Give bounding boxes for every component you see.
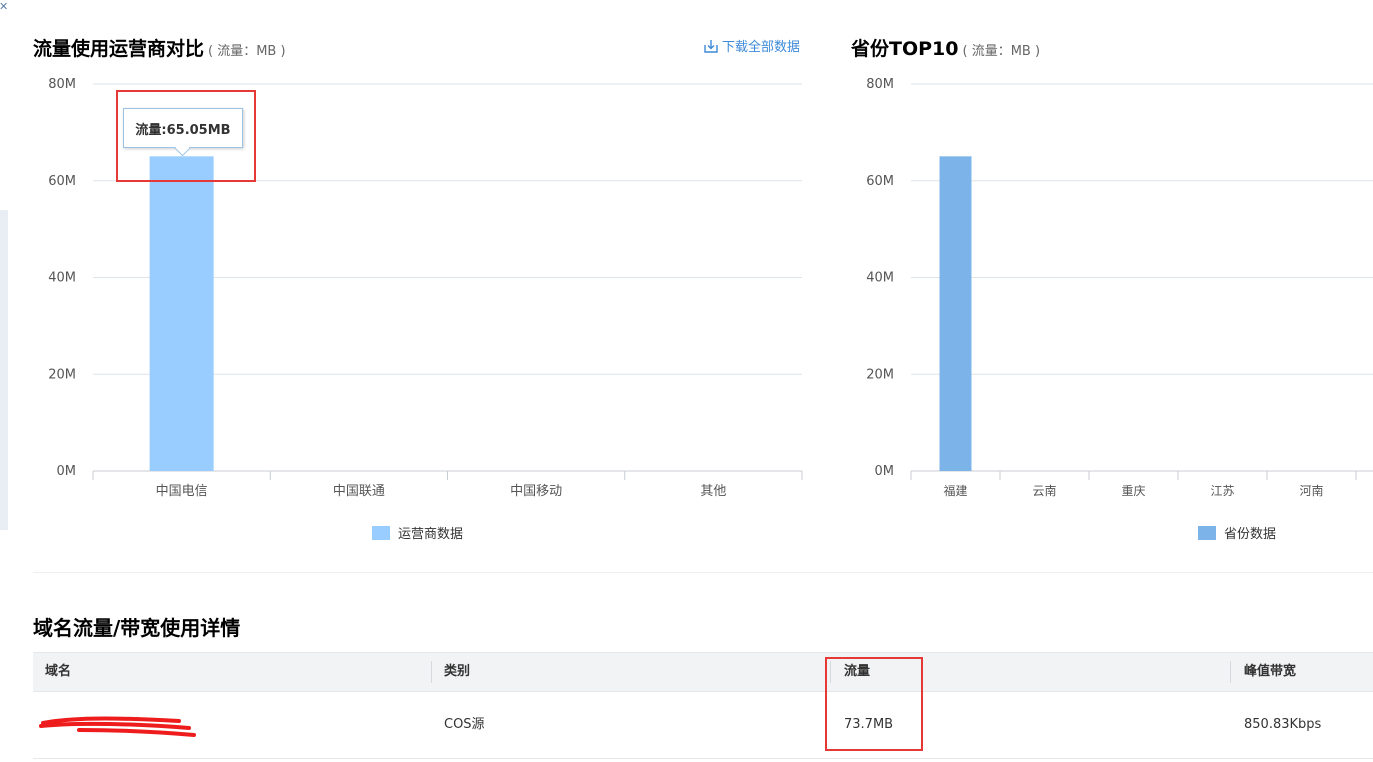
legend-label: 省份数据	[1224, 527, 1276, 542]
y-tick-label: 0M	[875, 464, 895, 479]
highlight-box-traffic	[825, 657, 923, 751]
column-header-domain[interactable]: 域名	[45, 653, 71, 691]
x-tick-label: 云南	[1032, 483, 1056, 498]
legend-label: 运营商数据	[398, 527, 463, 542]
y-tick-label: 60M	[48, 174, 76, 189]
legend-swatch	[372, 526, 390, 540]
y-tick-label: 40M	[48, 271, 76, 286]
table-header: 域名 类别 流量 峰值带宽	[33, 652, 1373, 692]
legend-swatch	[1198, 526, 1216, 540]
column-header-category[interactable]: 类别	[444, 653, 470, 691]
x-tick-label: 河南	[1299, 483, 1323, 498]
y-tick-label: 0M	[57, 464, 77, 479]
redaction-mark	[39, 716, 196, 737]
x-tick-label: 江苏	[1210, 484, 1234, 498]
y-tick-label: 20M	[48, 367, 76, 382]
charts-canvas: 0M 20M 40M 60M 80M 中国电信 中国联通 中国移动 其他运营商数据 0M 20M 40…	[48, 77, 1373, 542]
highlight-box-tooltip	[116, 90, 256, 182]
bar	[939, 156, 972, 471]
y-tick-label: 20M	[866, 367, 894, 382]
x-tick-label: 中国移动	[510, 484, 562, 499]
y-tick-label: 40M	[866, 271, 894, 286]
details-title: 域名流量/带宽使用详情	[33, 616, 241, 640]
bar	[149, 156, 214, 471]
details-table: 域名 类别 流量 峰值带宽 COS源 73.7MB 850.83Kbps	[33, 652, 1373, 759]
x-tick-label: 重庆	[1121, 484, 1145, 498]
y-tick-label: 60M	[866, 174, 894, 189]
table-row: COS源 73.7MB 850.83Kbps	[33, 692, 1373, 759]
x-tick-label: 其他	[700, 484, 726, 499]
column-header-peak-bandwidth[interactable]: 峰值带宽	[1244, 653, 1296, 691]
column-separator	[1230, 661, 1231, 683]
x-tick-label: 福建	[943, 483, 967, 498]
y-tick-label: 80M	[866, 77, 894, 92]
column-separator	[431, 661, 432, 683]
peak-bandwidth-cell: 850.83Kbps	[1244, 717, 1322, 732]
category-cell: COS源	[444, 717, 485, 732]
y-tick-label: 80M	[48, 77, 76, 92]
x-tick-label: 中国电信	[156, 484, 208, 499]
x-tick-label: 中国联通	[333, 484, 385, 499]
section-divider	[33, 572, 1373, 573]
